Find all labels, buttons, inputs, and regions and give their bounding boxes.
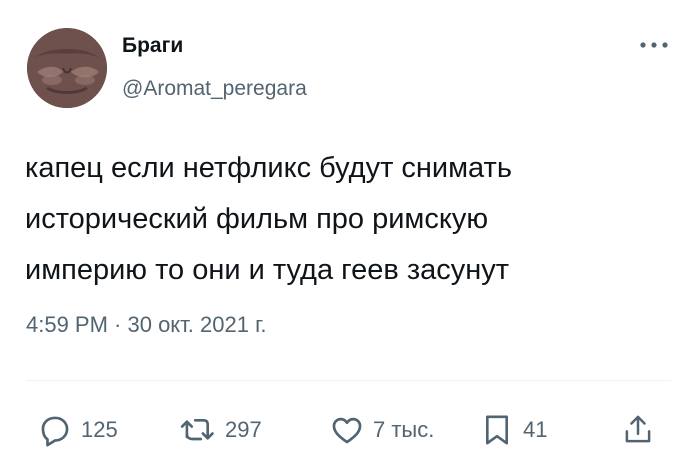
like-count: 7 тыс. xyxy=(373,417,435,442)
share-icon xyxy=(625,415,651,443)
reply-icon xyxy=(41,416,69,447)
reply-button[interactable]: 125 xyxy=(38,408,118,452)
user-handle[interactable]: @Aromat_peregara xyxy=(122,77,307,101)
share-button[interactable] xyxy=(622,408,654,452)
retweet-icon xyxy=(180,418,214,441)
display-name[interactable]: Браги xyxy=(122,34,183,58)
reply-count: 125 xyxy=(81,417,118,442)
heart-icon xyxy=(332,417,362,444)
avatar[interactable] xyxy=(27,28,107,108)
tweet-timestamp[interactable]: 4:59 PM · 30 окт. 2021 г. xyxy=(26,312,267,338)
retweet-count: 297 xyxy=(225,417,262,442)
divider xyxy=(26,380,671,381)
bookmark-icon xyxy=(485,415,509,445)
bookmark-button[interactable]: 41 xyxy=(480,408,547,452)
more-dots-icon xyxy=(640,42,668,48)
retweet-button[interactable]: 297 xyxy=(180,408,262,452)
like-button[interactable]: 7 тыс. xyxy=(330,408,434,452)
tweet-text: капец если нетфликс будут снимать истори… xyxy=(25,152,512,286)
face-closeup-avatar-icon xyxy=(27,28,107,108)
more-options-button[interactable] xyxy=(637,30,671,60)
bookmark-count: 41 xyxy=(523,417,548,442)
